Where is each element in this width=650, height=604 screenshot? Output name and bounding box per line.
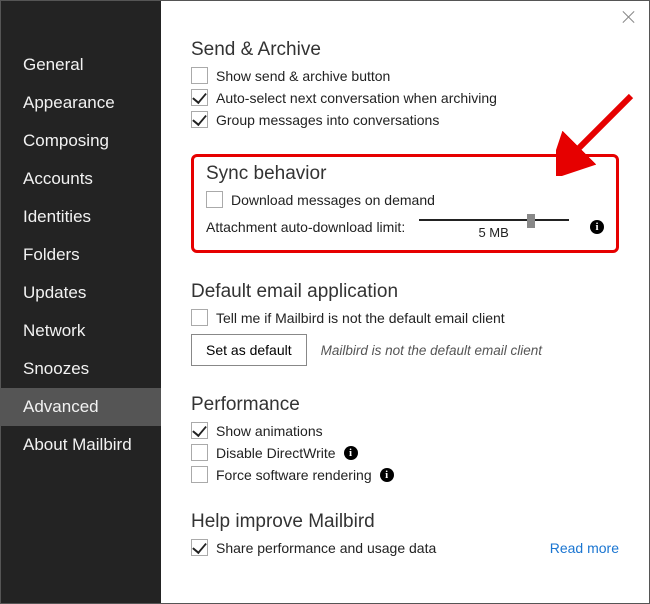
sidebar-item-label: Folders: [23, 245, 80, 264]
checkbox-share-usage-data[interactable]: [191, 539, 208, 556]
section-title: Help improve Mailbird: [191, 511, 619, 533]
read-more-link[interactable]: Read more: [550, 540, 619, 556]
section-title: Sync behavior: [206, 163, 604, 185]
checkbox-label: Download messages on demand: [231, 192, 435, 208]
checkbox-label: Show send & archive button: [216, 68, 390, 84]
sidebar-item-updates[interactable]: Updates: [1, 274, 161, 312]
sidebar-item-label: About Mailbird: [23, 435, 132, 454]
section-default-email: Default email application Tell me if Mai…: [191, 281, 619, 366]
checkbox-label: Disable DirectWrite: [216, 445, 336, 461]
checkbox-show-animations[interactable]: [191, 422, 208, 439]
sidebar-item-label: Appearance: [23, 93, 115, 112]
checkbox-download-on-demand[interactable]: [206, 191, 223, 208]
checkbox-label: Group messages into conversations: [216, 112, 439, 128]
checkbox-force-software-rendering[interactable]: [191, 466, 208, 483]
sidebar-item-network[interactable]: Network: [1, 312, 161, 350]
section-title: Send & Archive: [191, 39, 619, 61]
set-as-default-button[interactable]: Set as default: [191, 334, 307, 366]
section-send-archive: Send & Archive Show send & archive butto…: [191, 39, 619, 128]
sidebar-item-label: Updates: [23, 283, 86, 302]
sidebar-item-about[interactable]: About Mailbird: [1, 426, 161, 464]
info-icon[interactable]: i: [380, 468, 394, 482]
checkbox-default-client-warn[interactable]: [191, 309, 208, 326]
sidebar-item-snoozes[interactable]: Snoozes: [1, 350, 161, 388]
sidebar-item-accounts[interactable]: Accounts: [1, 160, 161, 198]
section-title: Default email application: [191, 281, 619, 303]
sidebar-item-label: Network: [23, 321, 85, 340]
checkbox-label: Share performance and usage data: [216, 540, 436, 556]
slider-label: Attachment auto-download limit:: [206, 219, 405, 235]
sidebar: General Appearance Composing Accounts Id…: [1, 1, 161, 603]
checkbox-auto-select[interactable]: [191, 89, 208, 106]
default-status-note: Mailbird is not the default email client: [321, 343, 542, 358]
checkbox-label: Tell me if Mailbird is not the default e…: [216, 310, 505, 326]
attachment-limit-slider[interactable]: [419, 219, 569, 221]
sidebar-item-label: General: [23, 55, 83, 74]
sidebar-item-folders[interactable]: Folders: [1, 236, 161, 274]
section-help-improve: Help improve Mailbird Share performance …: [191, 511, 619, 556]
sidebar-item-appearance[interactable]: Appearance: [1, 84, 161, 122]
checkbox-label: Force software rendering: [216, 467, 372, 483]
content-pane: Send & Archive Show send & archive butto…: [161, 1, 649, 603]
sidebar-item-general[interactable]: General: [1, 46, 161, 84]
info-icon[interactable]: i: [344, 446, 358, 460]
checkbox-label: Auto-select next conversation when archi…: [216, 90, 497, 106]
sidebar-item-identities[interactable]: Identities: [1, 198, 161, 236]
slider-thumb[interactable]: [527, 214, 535, 228]
sidebar-item-label: Accounts: [23, 169, 93, 188]
checkbox-show-send-archive[interactable]: [191, 67, 208, 84]
close-icon[interactable]: [621, 9, 637, 25]
checkbox-label: Show animations: [216, 423, 323, 439]
sidebar-item-label: Composing: [23, 131, 109, 150]
section-performance: Performance Show animations Disable Dire…: [191, 394, 619, 483]
checkbox-group-messages[interactable]: [191, 111, 208, 128]
sidebar-item-advanced[interactable]: Advanced: [1, 388, 161, 426]
slider-value: 5 MB: [478, 225, 508, 240]
sidebar-item-composing[interactable]: Composing: [1, 122, 161, 160]
section-title: Performance: [191, 394, 619, 416]
checkbox-disable-directwrite[interactable]: [191, 444, 208, 461]
section-sync-behavior-highlighted: Sync behavior Download messages on deman…: [191, 154, 619, 253]
info-icon[interactable]: i: [590, 220, 604, 234]
sidebar-item-label: Snoozes: [23, 359, 89, 378]
sidebar-item-label: Advanced: [23, 397, 99, 416]
sidebar-item-label: Identities: [23, 207, 91, 226]
